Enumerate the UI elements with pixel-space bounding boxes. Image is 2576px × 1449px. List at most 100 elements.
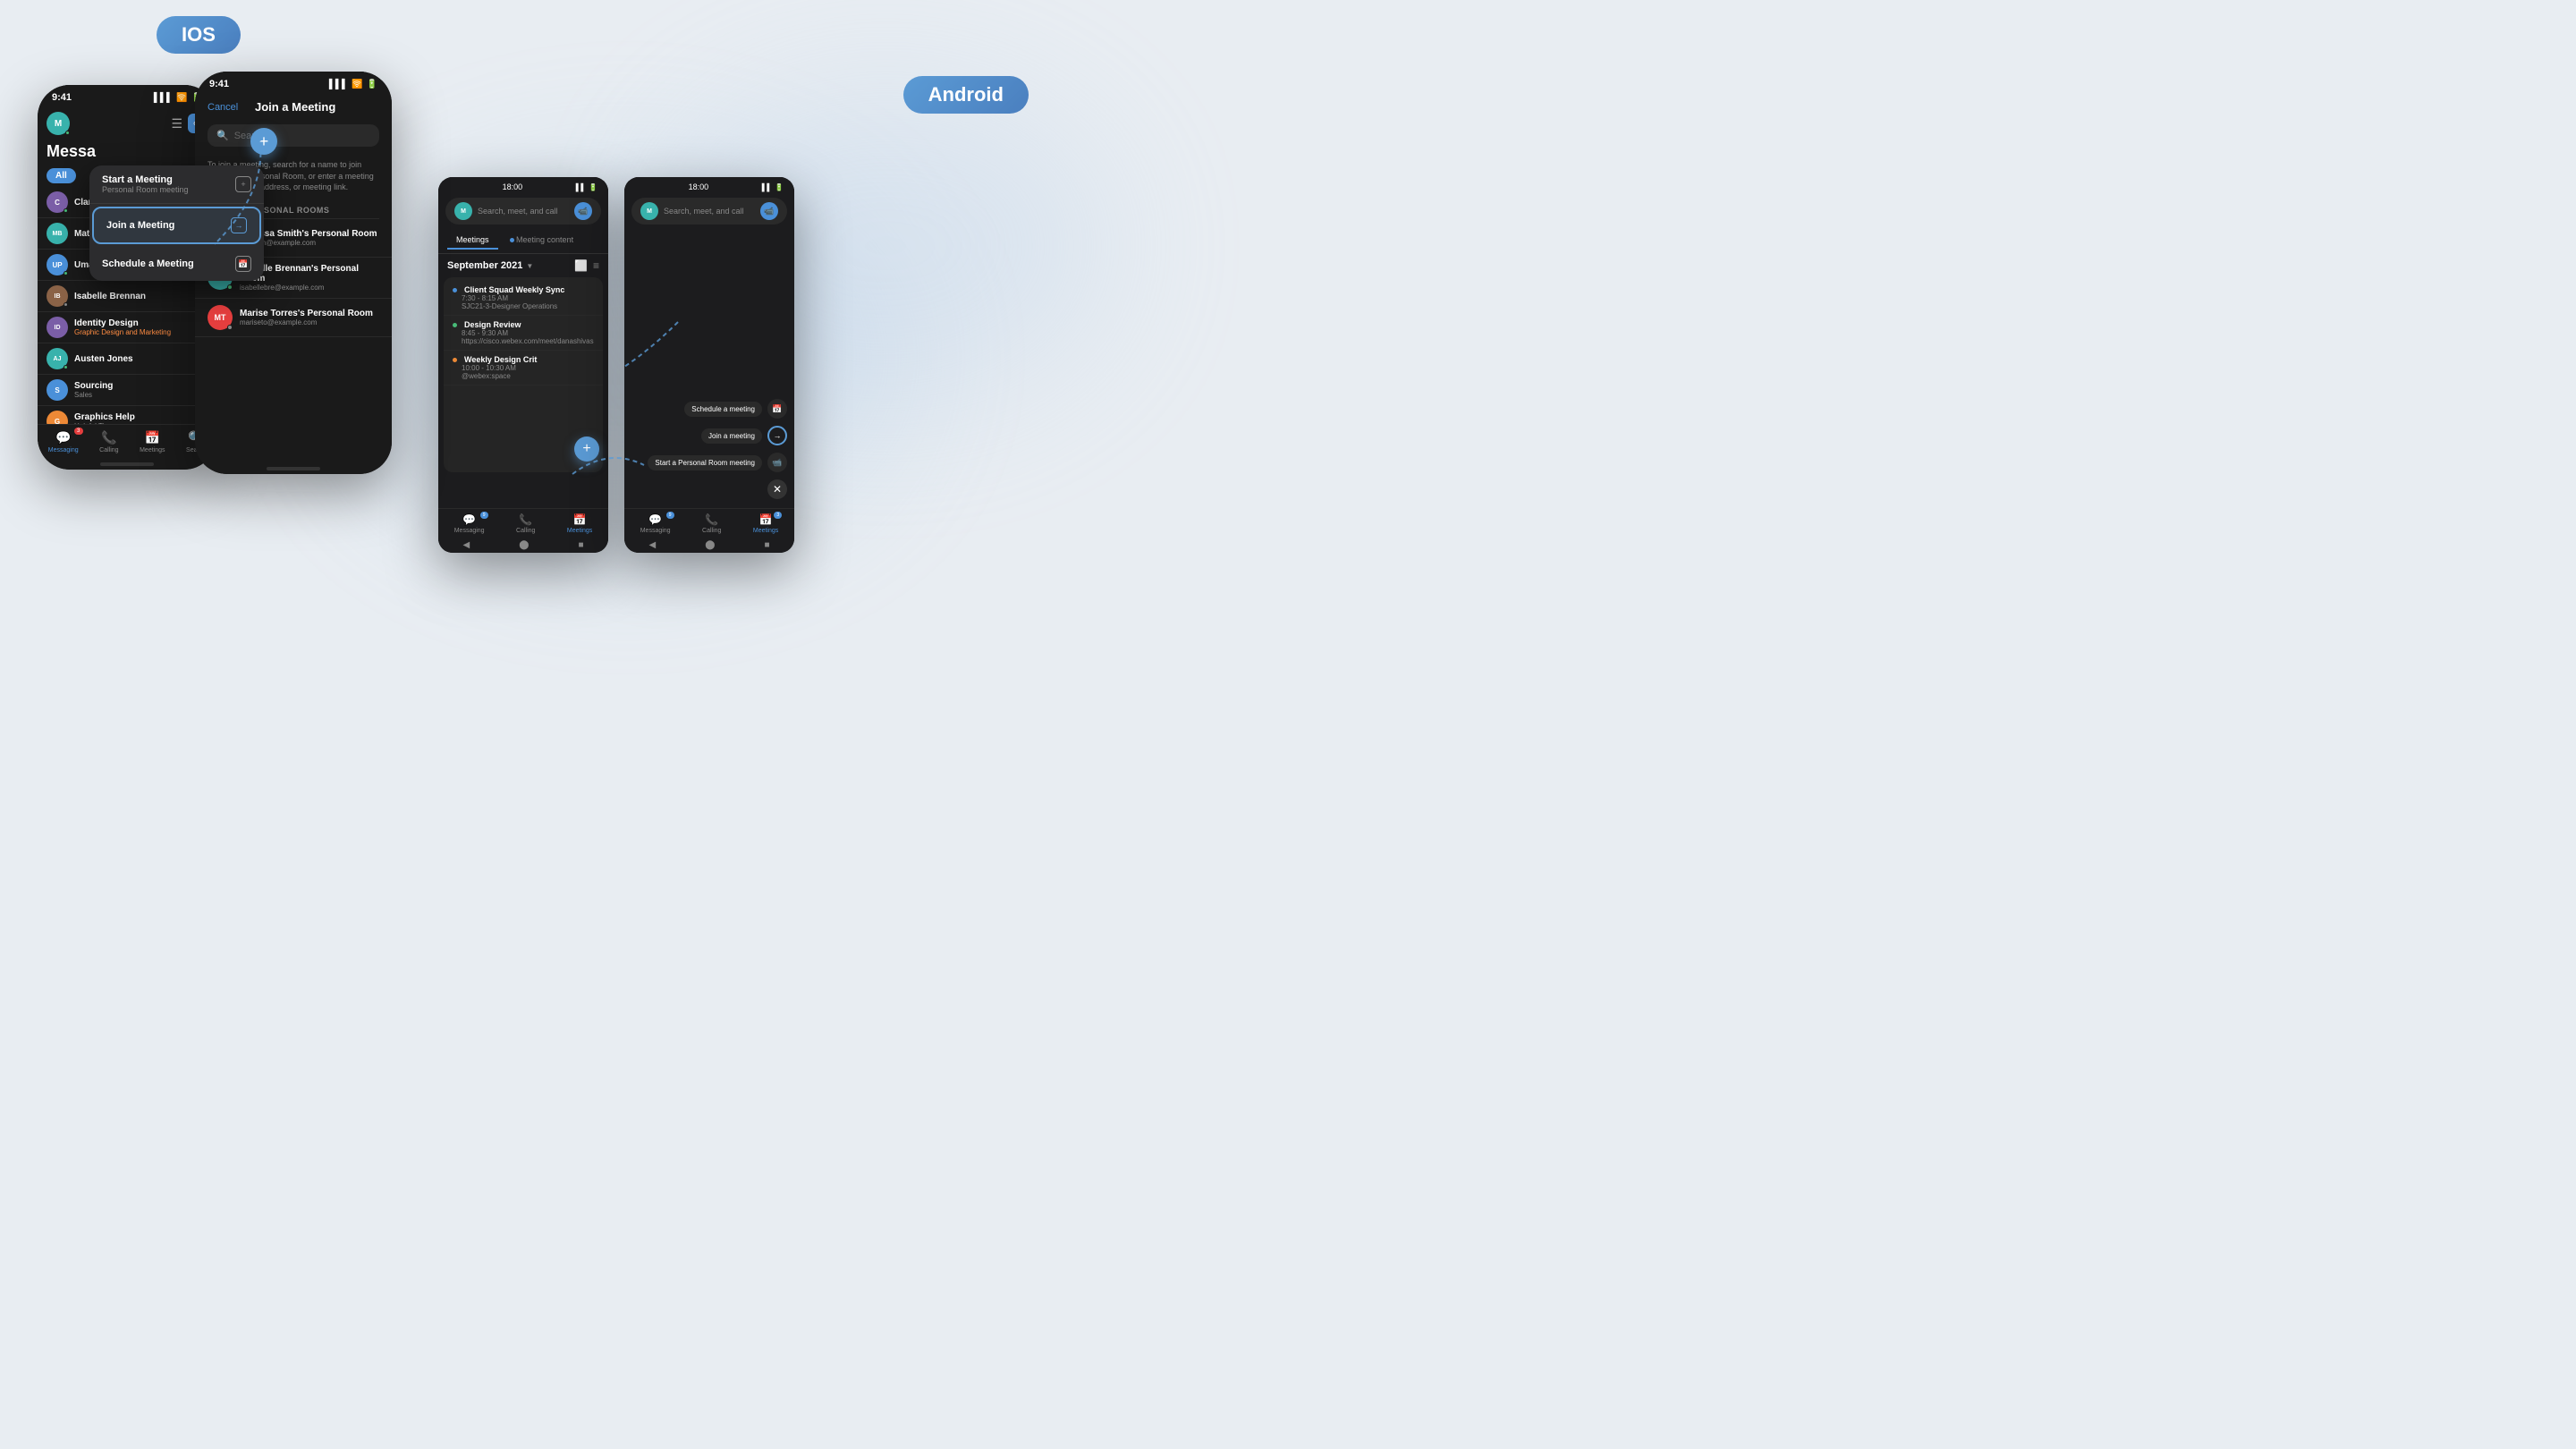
android-nav-messaging-4[interactable]: 💬 9 Messaging [640,513,671,534]
dropdown-start-meeting[interactable]: Start a Meeting Personal Room meeting + [89,165,264,204]
android-nav-calling-4[interactable]: 📞 Calling [702,513,721,534]
fab-close-button[interactable]: ✕ [767,479,787,499]
chevron-down-icon: ▼ [526,262,533,270]
fab-join-item[interactable]: Join a meeting → [648,426,787,445]
meeting-time-3: 10:00 - 10:30 AM [453,364,594,372]
month-header: September 2021 ▼ ⬜ ≡ [438,254,608,277]
android-nav-messaging[interactable]: 💬 9 Messaging [454,513,485,534]
android-nav-calling[interactable]: 📞 Calling [516,513,535,534]
dropdown-join-item[interactable]: Join a Meeting → [94,208,259,242]
fab-schedule-item[interactable]: Schedule a meeting 📅 [648,399,787,419]
fab-plus-button[interactable]: + [574,436,599,462]
android-nav-meetings[interactable]: 📅 Meetings [567,513,592,534]
online-indicator [227,284,233,290]
meeting-time-1: 7:30 - 8:15 AM [453,294,594,302]
messaging-header: M ☰ ✏ [38,106,216,140]
personal-room-item[interactable]: MT Marise Torres's Personal Room mariset… [195,299,392,337]
personal-room-btn-icon[interactable]: 📹 [767,453,787,472]
android-status-bar-3: 18:00 ▌▌ 🔋 [438,177,608,194]
messaging-title: Messa [38,140,216,165]
android-search-bar-3[interactable]: M Search, meet, and call 📹 [445,198,601,225]
contact-item[interactable]: IB Isabelle Brennan [38,281,216,312]
android-system-nav-4: ◀ ⬤ ■ [624,538,794,553]
meetings-tab[interactable]: Meetings [447,232,498,250]
schedule-meeting-btn-icon[interactable]: 📅 [767,399,787,419]
contact-info: Isabelle Brennan [74,292,208,301]
join-meeting-text: Join a Meeting [106,220,231,231]
recents-icon-4[interactable]: ■ [764,540,769,550]
fab-personal-room-item[interactable]: Start a Personal Room meeting 📹 [648,453,787,472]
contact-item[interactable]: S Sourcing Sales [38,375,216,406]
calling-icon: 📞 [101,430,116,445]
join-meeting-label: Join a meeting [701,428,762,444]
contact-sub: Graphic Design and Marketing [74,328,208,336]
dropdown-schedule-meeting[interactable]: Schedule a Meeting 📅 [89,247,264,281]
status-indicator [64,302,68,307]
contact-item[interactable]: ID Identity Design Graphic Design and Ma… [38,312,216,343]
dropdown-join-meeting[interactable]: Join a Meeting → [92,207,261,244]
messaging-icon: 💬 [55,430,71,445]
calling-label-4: Calling [702,528,721,534]
meetings-label: Meetings [567,528,592,534]
plus-fab-button[interactable]: + [250,128,277,155]
phone-android-fab: 18:00 ▌▌ 🔋 M Search, meet, and call 📹 Sc… [624,177,794,553]
contact-item[interactable]: AJ Austen Jones [38,343,216,375]
filter-all[interactable]: All [47,168,76,183]
meetings-icon-4: 📅 [759,513,773,526]
android-status-icons: ▌▌ 🔋 [576,183,597,191]
search-icon: 🔍 [216,130,229,141]
list-view-icon[interactable]: ≡ [593,259,599,272]
user-avatar-android: M [454,202,472,220]
contact-avatar: S [47,379,68,401]
messaging-label-4: Messaging [640,528,671,534]
contact-sub: Sales [74,391,196,399]
meeting-item-3[interactable]: Weekly Design Crit 10:00 - 10:30 AM @web… [444,351,603,386]
home-icon-4[interactable]: ⬤ [705,540,715,550]
android-search-bar-4[interactable]: M Search, meet, and call 📹 [631,198,787,225]
online-indicator [64,365,68,369]
contact-item[interactable]: G Graphics Help Helpful Tips [38,406,216,424]
video-call-btn[interactable]: 📹 [574,202,592,220]
user-avatar-android-4: M [640,202,658,220]
meeting-dot [453,358,457,362]
messaging-icon: 💬 [462,513,476,526]
messaging-badge: 9 [480,512,488,519]
join-meeting-btn-icon[interactable]: → [767,426,787,445]
video-call-btn-4[interactable]: 📹 [760,202,778,220]
contact-sub: Helpful Tips [74,422,208,424]
online-indicator [65,131,70,135]
nav-calling[interactable]: 📞 Calling [99,430,118,453]
back-icon-4[interactable]: ◀ [649,540,657,550]
home-indicator-2 [267,467,320,470]
online-indicator [64,271,68,275]
contact-info: Austen Jones [74,354,208,364]
nav-meetings[interactable]: 📅 Meetings [140,430,165,453]
android-status-icons-4: ▌▌ 🔋 [762,183,784,191]
join-search-bar[interactable]: 🔍 [208,124,379,147]
schedule-meeting-label: Schedule a meeting [684,402,762,417]
messaging-label: Messaging [454,528,485,534]
android-search-text: Search, meet, and call [478,207,569,216]
nav-messaging[interactable]: 💬 3 Messaging [48,430,79,453]
recents-icon[interactable]: ■ [578,540,583,550]
contact-info: Graphics Help Helpful Tips [74,412,208,424]
month-action-icons: ⬜ ≡ [574,259,599,272]
android-nav-meetings-4[interactable]: 📅 3 Meetings [753,513,778,534]
android-system-nav-3: ◀ ⬤ ■ [438,538,608,553]
meeting-item-1[interactable]: Client Squad Weekly Sync 7:30 - 8:15 AM … [444,281,603,316]
android-meeting-tabs: Meetings Meeting content [438,228,608,254]
calendar-view-icon[interactable]: ⬜ [574,259,588,272]
schedule-meeting-text: Schedule a Meeting [102,258,235,269]
fab-menu-container: Schedule a meeting 📅 Join a meeting → St… [648,399,787,499]
filter-icon[interactable]: ☰ [171,116,182,131]
cancel-button[interactable]: Cancel [208,102,238,113]
ios-platform-label: IOS [157,16,241,54]
meeting-location-3: @webex:space [453,372,594,380]
back-icon[interactable]: ◀ [463,540,470,550]
messaging-label: Messaging [48,447,79,453]
meeting-item-2[interactable]: Design Review 8:45 - 9:30 AM https://cis… [444,316,603,351]
dropdown-item-text: Start a Meeting Personal Room meeting [102,174,235,194]
home-icon[interactable]: ⬤ [519,540,529,550]
meeting-content-tab[interactable]: Meeting content [498,232,583,250]
bottom-nav-phone1: 💬 3 Messaging 📞 Calling 📅 Meetings 🔍 Sea… [38,424,216,461]
